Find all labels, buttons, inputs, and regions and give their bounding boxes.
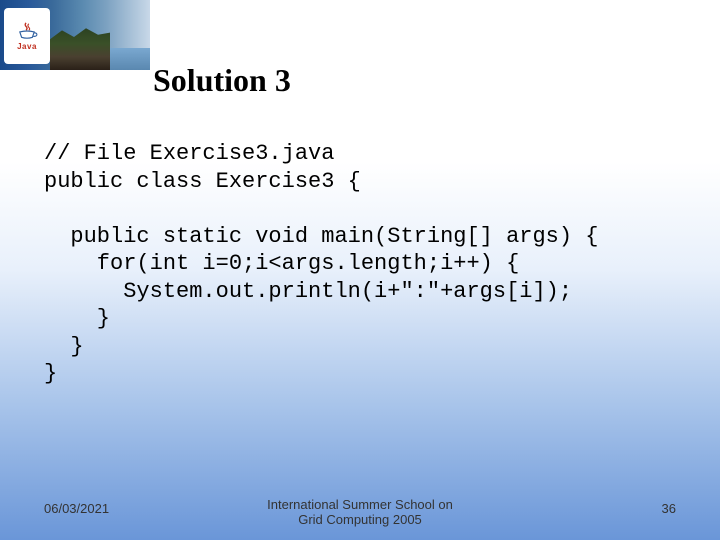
footer-center-line1: International Summer School on xyxy=(267,497,453,512)
slide-title: Solution 3 xyxy=(153,62,291,99)
header-scenic-image: Java xyxy=(0,0,150,70)
footer-center-line2: Grid Computing 2005 xyxy=(298,512,422,527)
footer-page-number: 36 xyxy=(662,501,676,516)
java-logo: Java xyxy=(4,8,50,64)
java-cup-icon xyxy=(16,22,38,40)
footer-center: International Summer School on Grid Comp… xyxy=(0,497,720,528)
code-block: // File Exercise3.java public class Exer… xyxy=(44,140,700,388)
java-logo-text: Java xyxy=(17,42,37,51)
cliff-graphic xyxy=(50,26,110,70)
